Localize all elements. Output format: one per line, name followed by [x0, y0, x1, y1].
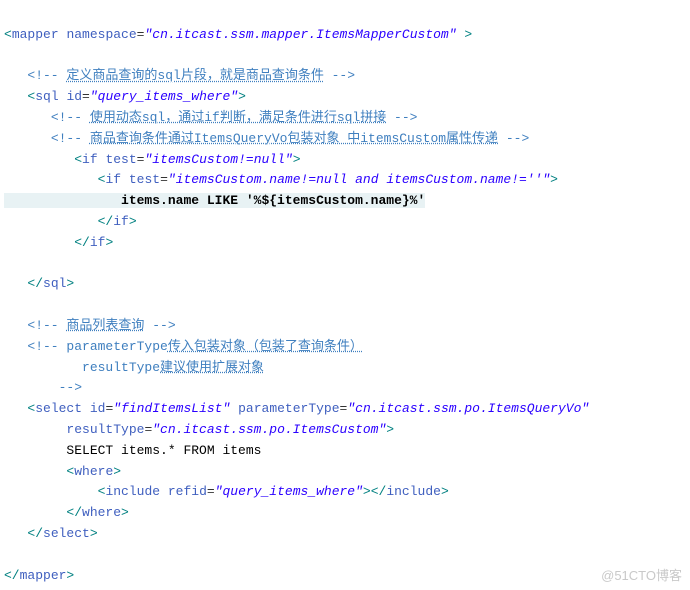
line: SELECT items.* FROM items: [4, 443, 261, 458]
highlighted-line: items.name LIKE '%${itemsCustom.name}%': [4, 193, 425, 208]
line: <include refid="query_items_where"></inc…: [4, 484, 449, 499]
line: <!-- parameterType传入包装对象（包装了查询条件）: [4, 339, 363, 354]
xml-comment: <!-- 商品列表查询 -->: [27, 318, 175, 333]
line: <if test="itemsCustom!=null">: [4, 152, 301, 167]
line: <sql id="query_items_where">: [4, 89, 246, 104]
line: </select>: [4, 526, 98, 541]
xml-comment: <!-- parameterType传入包装对象（包装了查询条件）: [27, 339, 362, 354]
line: </if>: [4, 214, 137, 229]
line: <!-- 定义商品查询的sql片段，就是商品查询条件 -->: [4, 68, 355, 83]
xml-comment: <!-- 商品查询条件通过ItemsQueryVo包装对象 中itemsCust…: [51, 131, 529, 146]
line: <<mappermapper namespace="cn.itcast.ssm.…: [4, 27, 472, 42]
line: </if>: [4, 235, 113, 250]
line: <!-- 商品列表查询 -->: [4, 318, 176, 333]
line: <!-- 使用动态sql，通过if判断，满足条件进行sql拼接 -->: [4, 110, 417, 125]
xml-comment: <!-- 定义商品查询的sql片段，就是商品查询条件 -->: [27, 68, 355, 83]
xml-comment: <!-- 使用动态sql，通过if判断，满足条件进行sql拼接 -->: [51, 110, 418, 125]
tag-open: <: [4, 27, 12, 42]
line: </sql>: [4, 276, 74, 291]
line: </where>: [4, 505, 129, 520]
line: <select id="findItemsList" parameterType…: [4, 401, 589, 416]
line: resultType建议使用扩展对象: [4, 360, 264, 375]
line: <if test="itemsCustom.name!=null and ite…: [4, 172, 558, 187]
line: <where>: [4, 464, 121, 479]
line: -->: [4, 380, 82, 395]
line: </mapper>: [4, 568, 74, 583]
xml-code-block: <<mappermapper namespace="cn.itcast.ssm.…: [4, 4, 686, 586]
watermark: @51CTO博客: [601, 566, 682, 587]
line: <!-- 商品查询条件通过ItemsQueryVo包装对象 中itemsCust…: [4, 131, 529, 146]
line: resultType="cn.itcast.ssm.po.ItemsCustom…: [4, 422, 394, 437]
